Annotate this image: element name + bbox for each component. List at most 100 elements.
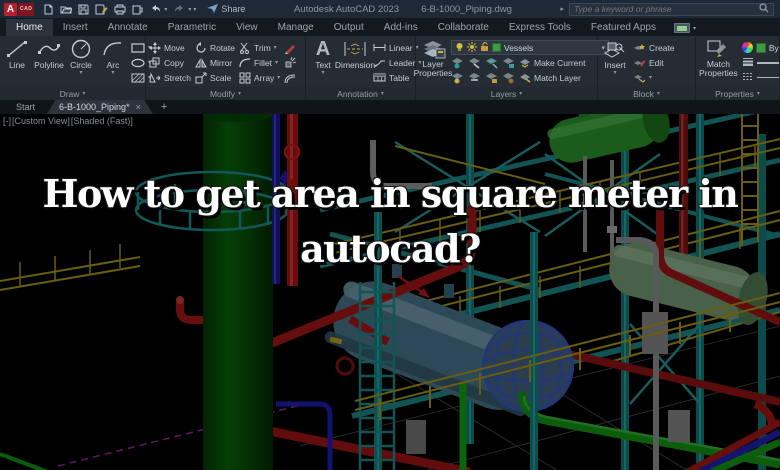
explode-button[interactable] [284, 55, 296, 70]
modify-panel-caret-icon: ▾ [238, 90, 241, 97]
block-panel-caret-icon: ▾ [657, 90, 660, 97]
make-current-row: Make Current [451, 55, 609, 70]
tab-add-ins[interactable]: Add-ins [374, 19, 428, 36]
layer-dropdown[interactable]: Vessels ▾ [451, 40, 609, 55]
move-button[interactable]: Move [149, 40, 191, 55]
tab-home[interactable]: Home [6, 19, 53, 36]
visual-style-control[interactable]: [Shaded (Fast)] [71, 116, 133, 126]
circle-button[interactable]: Circle ▾ [67, 38, 95, 87]
insert-caret-icon[interactable]: ▾ [613, 71, 616, 75]
rotate-button[interactable]: Rotate [195, 40, 235, 55]
array-caret-icon: ▾ [277, 74, 280, 81]
tab-view[interactable]: View [226, 19, 268, 36]
stretch-button[interactable]: Stretch [149, 70, 191, 85]
panel-block-label[interactable]: Block ▾ [598, 87, 695, 100]
layer-tool-icons-row2[interactable] [451, 72, 515, 84]
panel-layers-label[interactable]: Layers ▾ [416, 87, 597, 100]
scale-button[interactable]: Scale [195, 70, 235, 85]
copy-button[interactable]: Copy [149, 55, 191, 70]
undo-caret-icon[interactable]: ▾ [164, 6, 167, 13]
array-button[interactable]: Array▾ [239, 70, 280, 85]
save-icon[interactable] [78, 4, 89, 15]
help-search-box[interactable] [569, 3, 774, 16]
make-current-button[interactable]: Make Current [519, 55, 586, 70]
close-tab-icon[interactable]: × [136, 102, 141, 112]
tab-parametric[interactable]: Parametric [158, 19, 226, 36]
tab-start[interactable]: Start [4, 100, 47, 114]
undo-icon[interactable] [149, 4, 162, 14]
fillet-button[interactable]: Fillet▾ [239, 55, 280, 70]
color-value: ByLayer [769, 43, 780, 53]
new-drawing-tab-button[interactable]: + [153, 101, 175, 114]
linetype-icon [742, 72, 754, 83]
match-layer-button[interactable]: Match Layer [519, 70, 581, 85]
line-button[interactable]: Line [3, 38, 31, 87]
redo-caret-icon[interactable]: ▾ [188, 6, 191, 13]
block-attr-caret-icon: ▾ [649, 74, 652, 81]
search-expand-icon[interactable]: ▸ [560, 5, 564, 13]
create-block-button[interactable]: Create [633, 40, 675, 55]
overlay-headline: How to get area in square meter in autoc… [0, 166, 780, 276]
match-layer-icon [519, 73, 531, 83]
mirror-button[interactable]: Mirror [195, 55, 235, 70]
ribbon-display-control[interactable]: ▾ [674, 23, 696, 36]
tab-collaborate[interactable]: Collaborate [428, 19, 499, 36]
new-file-icon[interactable] [43, 4, 54, 15]
polyline-button[interactable]: Polyline [35, 38, 63, 87]
erase-button[interactable] [284, 40, 296, 55]
app-menu-button[interactable]: A CAD [4, 3, 34, 16]
share-button[interactable]: Share [207, 4, 245, 15]
linetype-dropdown[interactable]: ByLayer [742, 71, 780, 85]
rotate-icon [195, 42, 207, 54]
dimension-button[interactable]: Dimension [341, 38, 369, 87]
make-current-icon [519, 58, 531, 68]
trim-caret-icon: ▾ [274, 44, 277, 51]
drawing-viewport[interactable]: [-] [Custom View] [Shaded (Fast)] How to… [0, 114, 780, 470]
tab-manage[interactable]: Manage [268, 19, 324, 36]
lineweight-dropdown[interactable]: ByLayer [742, 56, 780, 70]
panel-annotation-label[interactable]: Annotation ▾ [306, 87, 415, 100]
properties-panel-caret-icon: ▾ [757, 90, 760, 97]
tab-express-tools[interactable]: Express Tools [499, 19, 581, 36]
object-color-dropdown[interactable]: ByLayer ▾ [742, 41, 780, 55]
open-file-icon[interactable] [60, 4, 72, 15]
search-icon[interactable] [759, 3, 769, 15]
arc-caret-icon[interactable]: ▾ [111, 71, 114, 75]
viewport-menu-control[interactable]: [-] [3, 116, 11, 126]
view-control[interactable]: [Custom View] [12, 116, 70, 126]
tab-insert[interactable]: Insert [53, 19, 98, 36]
text-button[interactable]: A Text ▾ [309, 38, 337, 87]
tab-featured-apps[interactable]: Featured Apps [581, 19, 666, 36]
offset-button[interactable] [284, 70, 296, 85]
circle-caret-icon[interactable]: ▾ [79, 71, 82, 75]
tab-drawing[interactable]: 6-B-1000_Piping* × [47, 100, 153, 114]
insert-button[interactable]: Insert ▾ [601, 38, 629, 87]
text-caret-icon[interactable]: ▾ [321, 71, 324, 75]
arc-button[interactable]: Arc ▾ [99, 38, 127, 87]
lineweight-icon [742, 57, 754, 68]
autocad-logo-icon: A [4, 3, 17, 16]
fillet-icon [239, 57, 251, 69]
qat-customize-icon[interactable]: ▾ [193, 6, 196, 13]
save-as-icon[interactable] [95, 4, 108, 15]
match-properties-button[interactable]: Match Properties [699, 38, 738, 87]
trim-button[interactable]: Trim▾ [239, 40, 280, 55]
redo-icon[interactable] [173, 4, 186, 14]
tab-annotate[interactable]: Annotate [98, 19, 158, 36]
tab-output[interactable]: Output [324, 19, 374, 36]
mirror-icon [195, 57, 207, 69]
block-attributes-button[interactable]: ▾ [633, 70, 675, 85]
autocad-window: A CAD ▾ ▾ ▾ Share Autodesk AutoCAD 2023 … [0, 0, 780, 470]
search-input[interactable] [574, 4, 755, 14]
panel-modify-label[interactable]: Modify ▾ [146, 87, 305, 100]
layer-tool-icons-row1[interactable] [451, 57, 515, 69]
panel-draw-label[interactable]: Draw ▾ [0, 87, 145, 100]
edit-block-button[interactable]: Edit [633, 55, 675, 70]
print-icon[interactable] [132, 4, 143, 15]
screen-preview-icon [674, 23, 690, 33]
linear-button[interactable]: Linear▾ [373, 40, 421, 55]
panel-properties-label[interactable]: Properties ▾ [696, 87, 779, 100]
panel-modify: Move Copy Stretch Rotate Mirror Scale Tr… [146, 36, 306, 100]
plot-icon[interactable] [114, 4, 126, 15]
layer-properties-button[interactable]: Layer Properties [419, 38, 447, 87]
